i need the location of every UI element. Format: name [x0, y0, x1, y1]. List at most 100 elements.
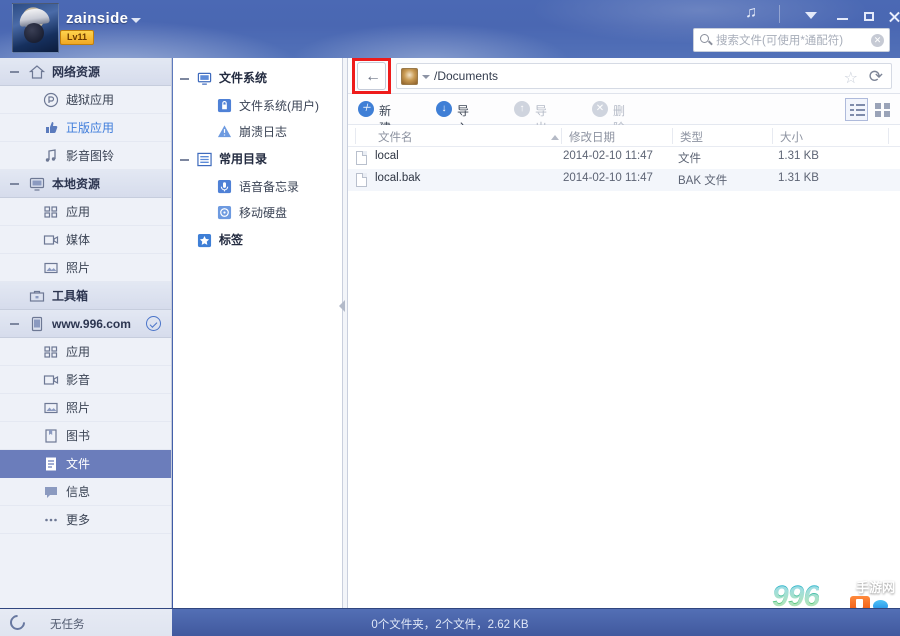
column-header-type[interactable]: 类型 — [680, 129, 703, 145]
photo-icon — [43, 260, 59, 276]
sidebar-item-label: 影音 — [66, 373, 91, 387]
sidebar-item-label: 更多 — [66, 513, 91, 527]
back-button[interactable]: ← — [357, 62, 386, 90]
file-tree-panel: 文件系统 文件系统(用户) 崩溃日志 常用目录 语音备忘录 移动硬盘 标签 — [173, 58, 343, 608]
maximize-button[interactable] — [858, 5, 880, 25]
file-type: BAK 文件 — [678, 175, 728, 187]
sidebar: 网络资源 越狱应用 正版应用 影音图铃 本地资源 应用 媒体 照片 工具箱 ww… — [0, 58, 172, 608]
search-icon — [700, 34, 709, 43]
search-input[interactable] — [716, 32, 864, 50]
path-text: /Documents — [434, 69, 499, 83]
view-list-button[interactable] — [845, 98, 868, 121]
file-name: local.bak — [375, 172, 421, 184]
file-icon — [356, 173, 367, 187]
column-header-name[interactable]: 文件名 — [378, 129, 413, 145]
monitor-icon — [29, 176, 45, 192]
sidebar-group-toolbox[interactable]: 工具箱 — [0, 282, 171, 310]
sort-asc-icon — [551, 135, 559, 140]
export-icon: ↑ — [514, 101, 530, 117]
sidebar-group-label: 工具箱 — [52, 289, 89, 303]
sidebar-item-label: 越狱应用 — [66, 93, 115, 107]
mic-icon — [217, 179, 232, 194]
collapse-panel-icon[interactable] — [339, 300, 345, 312]
sidebar-item-device-files[interactable]: 文件 — [0, 450, 171, 478]
search-box[interactable]: ✕ — [693, 28, 890, 52]
avatar[interactable] — [12, 3, 59, 53]
file-size: 1.31 KB — [778, 172, 819, 184]
favorite-star-icon[interactable]: ☆ — [844, 68, 858, 88]
level-badge: Lv11 — [60, 30, 95, 45]
tree-item-label: 语音备忘录 — [239, 180, 300, 194]
minimize-button[interactable] — [831, 5, 853, 25]
file-icon — [356, 151, 367, 165]
sidebar-item-jailbreak-apps[interactable]: 越狱应用 — [0, 86, 171, 114]
more-dots-icon — [43, 512, 59, 528]
sidebar-item-local-media[interactable]: 媒体 — [0, 226, 171, 254]
music-icon[interactable]: ♫ — [745, 4, 757, 22]
tree-item-label: 文件系统(用户) — [239, 99, 319, 113]
sidebar-group-label: 本地资源 — [52, 177, 101, 191]
sidebar-item-media-ringtones[interactable]: 影音图铃 — [0, 142, 171, 170]
status-bar: 无任务 0个文件夹，2个文件，2.62 KB — [0, 608, 900, 636]
collapse-icon[interactable] — [10, 323, 19, 325]
close-button[interactable] — [886, 5, 900, 25]
sidebar-item-device-books[interactable]: 图书 — [0, 422, 171, 450]
sidebar-item-local-apps[interactable]: 应用 — [0, 198, 171, 226]
column-header-date[interactable]: 修改日期 — [569, 129, 615, 145]
clear-search-icon[interactable]: ✕ — [871, 34, 884, 47]
path-field[interactable]: /Documents ☆ ⟳ — [396, 63, 892, 89]
sidebar-item-device-messages[interactable]: 信息 — [0, 478, 171, 506]
thumb-icon — [43, 120, 59, 136]
sidebar-group-device[interactable]: www.996.com — [0, 310, 171, 338]
new-icon: ＋ — [358, 101, 374, 117]
sidebar-item-label: 照片 — [66, 401, 91, 415]
book-icon — [43, 428, 59, 444]
sidebar-item-label: 图书 — [66, 429, 91, 443]
sidebar-item-device-video[interactable]: 影音 — [0, 366, 171, 394]
sidebar-group-network[interactable]: 网络资源 — [0, 58, 171, 86]
music-note-icon — [43, 148, 59, 164]
tree-item-voice-memos[interactable]: 语音备忘录 — [173, 174, 342, 200]
tree-group-common-dirs[interactable]: 常用目录 — [173, 145, 342, 174]
collapse-icon[interactable] — [10, 183, 19, 185]
sidebar-item-local-photos[interactable]: 照片 — [0, 254, 171, 282]
tree-group-tags[interactable]: 标签 — [173, 226, 342, 255]
collapse-icon[interactable] — [10, 71, 19, 73]
file-summary-label: 0个文件夹，2个文件，2.62 KB — [371, 619, 529, 631]
verified-check-icon — [146, 316, 161, 331]
collapse-icon[interactable] — [180, 159, 189, 161]
sidebar-group-local[interactable]: 本地资源 — [0, 170, 171, 198]
table-row[interactable]: local.bak 2014-02-10 11:47 BAK 文件 1.31 K… — [348, 169, 900, 191]
tree-item-filesystem-user[interactable]: 文件系统(用户) — [173, 93, 342, 119]
chevron-down-icon[interactable] — [422, 75, 430, 79]
chevron-down-icon[interactable] — [131, 18, 141, 23]
sidebar-item-device-more[interactable]: 更多 — [0, 506, 171, 534]
file-type: 文件 — [678, 153, 701, 165]
table-row[interactable]: local 2014-02-10 11:47 文件 1.31 KB — [348, 147, 900, 169]
lock-icon — [217, 98, 232, 113]
chevron-down-icon[interactable] — [800, 5, 822, 25]
file-name: local — [375, 150, 399, 162]
file-date: 2014-02-10 11:47 — [563, 172, 653, 184]
column-header-size[interactable]: 大小 — [780, 129, 803, 145]
refresh-icon[interactable]: ⟳ — [869, 67, 883, 87]
sidebar-item-official-apps[interactable]: 正版应用 — [0, 114, 171, 142]
tree-item-external-drive[interactable]: 移动硬盘 — [173, 200, 342, 226]
tree-item-crash-log[interactable]: 崩溃日志 — [173, 119, 342, 145]
warning-icon — [217, 124, 232, 139]
delete-icon: ✕ — [592, 101, 608, 117]
collapse-icon[interactable] — [180, 78, 189, 80]
tree-group-label: 常用目录 — [219, 152, 268, 166]
username-label[interactable]: zainside — [66, 10, 128, 27]
sidebar-group-label: 网络资源 — [52, 65, 101, 79]
file-browser-pane: ← /Documents ☆ ⟳ ＋ 新建 ↓ 导入 ↑ 导出 ✕ 删除 — [348, 58, 900, 608]
view-grid-button[interactable] — [871, 98, 894, 121]
drive-icon — [217, 205, 232, 220]
sidebar-item-device-apps[interactable]: 应用 — [0, 338, 171, 366]
sidebar-item-label: 照片 — [66, 261, 91, 275]
tree-group-filesystem[interactable]: 文件系统 — [173, 64, 342, 93]
divider — [779, 5, 780, 23]
sidebar-item-device-photos[interactable]: 照片 — [0, 394, 171, 422]
sidebar-group-label: www.996.com — [52, 317, 131, 331]
list-icon — [197, 152, 212, 167]
